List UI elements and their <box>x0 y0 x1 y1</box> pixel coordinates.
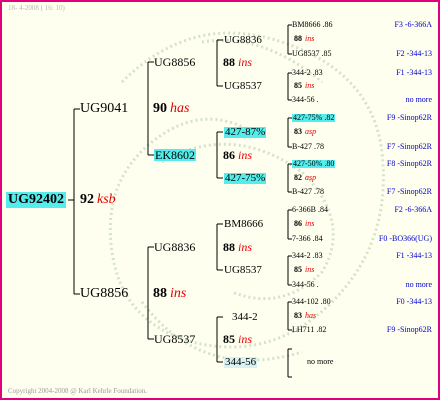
dss-name[interactable]: BM8666 <box>224 219 263 230</box>
sd-result: 86 ins <box>223 149 252 161</box>
g4-location: F1 -344-13 <box>396 68 432 77</box>
g4-result: 88 ins <box>294 35 314 43</box>
g4-suffix: ins <box>305 265 315 274</box>
root-result: 92 ksb <box>80 193 116 207</box>
header-timestamp: 18- 4-2008 ( 16: 10) <box>8 4 65 12</box>
g4-suffix: asp <box>305 173 317 182</box>
g4-score: 86 <box>294 219 302 228</box>
g4-location: F9 -Sinop62R <box>386 113 432 122</box>
g4-name[interactable]: 6-366B .84 <box>292 206 328 214</box>
g4-name[interactable]: B-427 .78 <box>292 143 324 151</box>
g4-suffix: ins <box>305 34 315 43</box>
g4-location: F7 -Sinop62R <box>386 187 432 196</box>
g4-score: 83 <box>294 311 302 320</box>
root-node[interactable]: UG92402 <box>6 192 66 208</box>
sd-score: 86 <box>223 148 235 162</box>
g4-location: F7 -Sinop62R <box>386 142 432 151</box>
g4-suffix: has <box>305 311 317 320</box>
g4-name[interactable]: 427-75% .82 <box>292 114 336 122</box>
ds-suffix: ins <box>238 240 253 254</box>
g4-location: no more <box>405 95 432 104</box>
g4-location: F3 -6-366A <box>394 20 432 29</box>
g4-name[interactable]: 344-56 . <box>292 96 319 104</box>
sire-suffix: has <box>170 101 190 116</box>
root-score-suffix: ksb <box>97 192 116 207</box>
footer-copyright: Copyright 2004-2008 @ Karl Kehrle Founda… <box>8 387 148 395</box>
g4-location: F1 -344-13 <box>396 251 432 260</box>
g4-score: 82 <box>294 173 302 182</box>
ds-result: 88 ins <box>223 241 252 253</box>
g4-name[interactable]: 344-2 .83 <box>292 69 323 77</box>
dsd-name[interactable]: UG8537 <box>224 265 262 276</box>
sss-name[interactable]: UG8836 <box>224 35 262 46</box>
g4-result: 82 asp <box>294 174 316 182</box>
g4-location: no more <box>307 357 334 366</box>
g4-score: 85 <box>294 265 302 274</box>
g4-score: 83 <box>294 127 302 136</box>
g4-location: no more <box>405 280 432 289</box>
g4-result: 85 ins <box>294 266 314 274</box>
g4-location: F9 -Sinop62R <box>386 325 432 334</box>
sds-name[interactable]: 427-87% <box>224 127 267 138</box>
dam-suffix: ins <box>170 286 187 301</box>
g4-score: 88 <box>294 34 302 43</box>
pedigree-frame: 18- 4-2008 ( 16: 10) UG92402 92 ksb UG904… <box>0 0 440 400</box>
ss-result: 88 ins <box>223 56 252 68</box>
g4-name[interactable]: UG8537 .85 <box>292 50 332 58</box>
g4-location: F0 -BO366(UG) <box>378 234 432 243</box>
ddd-name[interactable]: 344-56 <box>224 357 258 368</box>
g4-name[interactable]: LH711 .82 <box>292 326 326 334</box>
g4-name[interactable]: 427-50% .80 <box>292 160 336 168</box>
sire-result: 90 has <box>153 102 189 116</box>
dd-result: 85 ins <box>223 333 252 345</box>
ds-score: 88 <box>223 240 235 254</box>
g4-result: 85 ins <box>294 82 314 90</box>
g4-name[interactable]: 7-366 .84 <box>292 235 323 243</box>
ssd-name[interactable]: UG8537 <box>224 81 262 92</box>
ss-suffix: ins <box>238 55 253 69</box>
g4-suffix: ins <box>305 81 315 90</box>
sire-score: 90 <box>153 101 167 116</box>
sd-name[interactable]: EK8602 <box>154 149 196 161</box>
g4-name[interactable]: 344-102 .80 <box>292 298 331 306</box>
sdd-name[interactable]: 427-75% <box>224 173 267 184</box>
g4-result: 83 asp <box>294 128 316 136</box>
g4-name[interactable]: B-427 .78 <box>292 188 324 196</box>
dds-name[interactable]: 344-2 <box>232 312 258 323</box>
g4-location: F0 -344-13 <box>396 297 432 306</box>
g4-result: 86 ins <box>294 220 314 228</box>
g4-location: F2 -344-13 <box>396 49 432 58</box>
dam-name[interactable]: UG8856 <box>80 287 128 301</box>
sire-name[interactable]: UG9041 <box>80 102 128 116</box>
g4-name[interactable]: 344-56 . <box>292 281 319 289</box>
ss-name[interactable]: UG8856 <box>154 56 195 68</box>
g4-location: F2 -6-366A <box>394 205 432 214</box>
pedigree-connectors <box>68 24 292 378</box>
dd-name[interactable]: UG8537 <box>154 333 195 345</box>
g4-location: F8 -Sinop62R <box>386 159 432 168</box>
g4-name[interactable]: BM8666 .86 <box>292 21 332 29</box>
dam-score: 88 <box>153 286 167 301</box>
g4-suffix: ins <box>305 219 315 228</box>
dam-result: 88 ins <box>153 287 186 301</box>
root-score: 92 <box>80 192 94 207</box>
g4-name[interactable]: 344-2 .83 <box>292 252 323 260</box>
ds-name[interactable]: UG8836 <box>154 241 195 253</box>
sd-suffix: ins <box>238 148 253 162</box>
dd-suffix: ins <box>238 332 253 346</box>
ss-score: 88 <box>223 55 235 69</box>
g4-suffix: asp <box>305 127 317 136</box>
g4-score: 85 <box>294 81 302 90</box>
dd-score: 85 <box>223 332 235 346</box>
g4-result: 83 has <box>294 312 316 320</box>
